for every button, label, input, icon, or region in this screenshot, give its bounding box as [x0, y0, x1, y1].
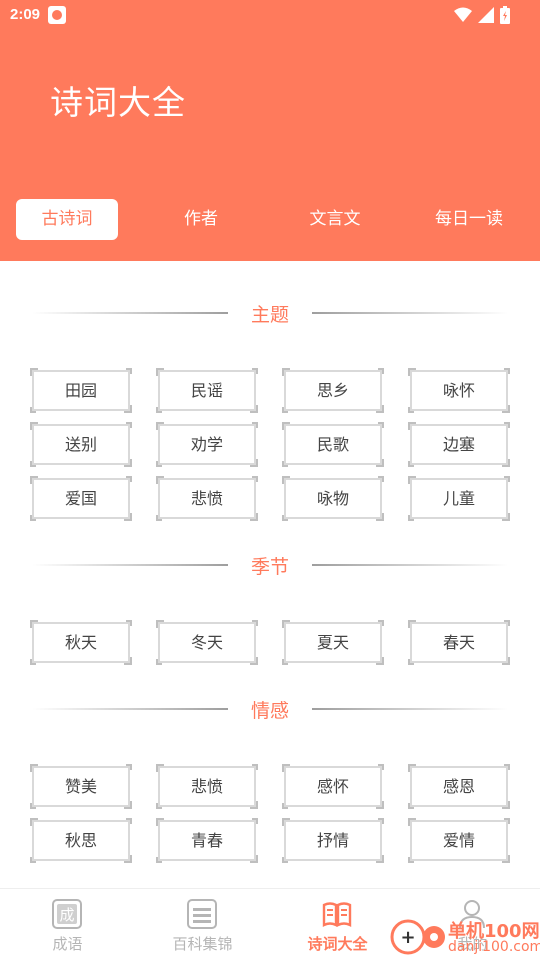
tag-button[interactable]: 春天 — [408, 620, 510, 665]
tab-authors[interactable]: 作者 — [150, 199, 252, 240]
tag-button[interactable]: 秋天 — [30, 620, 132, 665]
tag-button[interactable]: 抒情 — [282, 818, 384, 863]
nav-item-idioms[interactable]: 成 成语 — [0, 889, 135, 960]
tag-button[interactable]: 秋思 — [30, 818, 132, 863]
tag-button[interactable]: 送别 — [30, 422, 132, 467]
tag-button[interactable]: 田园 — [30, 368, 132, 413]
section-title-season: 季节 — [0, 550, 540, 580]
tag-button[interactable]: 赞美 — [30, 764, 132, 809]
tag-button[interactable]: 思乡 — [282, 368, 384, 413]
nav-label: 诗词大全 — [307, 935, 368, 953]
tag-label: 秋天 — [64, 633, 97, 652]
tag-label: 夏天 — [316, 633, 349, 652]
section-title-theme: 主题 — [0, 298, 540, 328]
tag-button[interactable]: 青春 — [156, 818, 258, 863]
tag-label: 民歌 — [316, 435, 349, 454]
wifi-icon — [454, 7, 472, 22]
watermark-logo: + 单机100网 danji100.com — [390, 913, 540, 960]
tag-label: 民谣 — [190, 381, 223, 400]
tag-label: 思乡 — [316, 381, 349, 400]
status-bar: 2:09 — [0, 0, 540, 30]
tag-label: 抒情 — [316, 831, 349, 850]
divider-line — [312, 564, 508, 566]
tag-button[interactable]: 感恩 — [408, 764, 510, 809]
section-label: 季节 — [250, 556, 289, 578]
tab-bar: 古诗词 作者 文言文 每日一读 — [0, 199, 540, 240]
section-label: 情感 — [250, 700, 289, 722]
tag-label: 青春 — [190, 831, 223, 850]
tab-ancient-poetry[interactable]: 古诗词 — [16, 199, 118, 240]
watermark-url: danji100.com — [448, 939, 540, 955]
tag-button[interactable]: 咏怀 — [408, 368, 510, 413]
nav-label: 百科集锦 — [172, 935, 233, 953]
tag-label: 感恩 — [442, 777, 475, 796]
app-notification-icon — [48, 6, 66, 24]
tag-button[interactable]: 民谣 — [156, 368, 258, 413]
tag-label: 感怀 — [316, 777, 349, 796]
tag-button[interactable]: 冬天 — [156, 620, 258, 665]
tag-button[interactable]: 悲愤 — [156, 764, 258, 809]
tag-label: 悲愤 — [190, 489, 223, 508]
tag-label: 春天 — [442, 633, 475, 652]
tag-label: 秋思 — [64, 831, 97, 850]
section-title-emotion: 情感 — [0, 694, 540, 724]
content-area: 主题 田园 民谣 思乡 咏怀 送别 劝学 民歌 边塞 爱国 悲愤 咏物 儿童 季… — [0, 261, 540, 888]
nav-label: 成语 — [52, 935, 83, 953]
tag-label: 爱情 — [442, 831, 475, 850]
watermark-icon: + — [390, 919, 445, 955]
status-indicators — [454, 6, 510, 24]
tag-button[interactable]: 劝学 — [156, 422, 258, 467]
tag-label: 冬天 — [190, 633, 223, 652]
tag-label: 爱国 — [64, 489, 97, 508]
tag-label: 送别 — [64, 435, 97, 454]
svg-text:成: 成 — [59, 906, 74, 924]
tag-button[interactable]: 夏天 — [282, 620, 384, 665]
divider-line — [312, 312, 508, 314]
tag-button[interactable]: 儿童 — [408, 476, 510, 521]
svg-text:+: + — [400, 927, 415, 948]
tag-button[interactable]: 感怀 — [282, 764, 384, 809]
tag-button[interactable]: 边塞 — [408, 422, 510, 467]
tag-label: 咏怀 — [442, 381, 475, 400]
section-label: 主题 — [250, 304, 289, 326]
header: 2:09 诗词大全 古诗词 作者 文言文 每日一读 — [0, 0, 540, 261]
tag-button[interactable]: 咏物 — [282, 476, 384, 521]
encyclopedia-icon — [187, 899, 217, 929]
book-open-icon — [322, 902, 352, 927]
tag-label: 劝学 — [190, 435, 223, 454]
tag-button[interactable]: 民歌 — [282, 422, 384, 467]
tab-classical-chinese[interactable]: 文言文 — [284, 199, 386, 240]
divider-line — [32, 708, 228, 710]
nav-item-encyclopedia[interactable]: 百科集锦 — [135, 889, 270, 960]
divider-line — [312, 708, 508, 710]
tab-daily-read[interactable]: 每日一读 — [418, 199, 520, 240]
tag-label: 儿童 — [442, 489, 475, 508]
tag-label: 咏物 — [316, 489, 349, 508]
tag-button[interactable]: 悲愤 — [156, 476, 258, 521]
nav-item-poetry[interactable]: 诗词大全 — [270, 889, 405, 960]
idiom-icon: 成 — [52, 899, 82, 929]
tag-label: 边塞 — [442, 435, 475, 454]
status-time: 2:09 — [10, 6, 41, 23]
tag-button[interactable]: 爱国 — [30, 476, 132, 521]
tag-label: 赞美 — [64, 777, 97, 796]
tag-label: 悲愤 — [190, 777, 223, 796]
divider-line — [32, 312, 228, 314]
tag-button[interactable]: 爱情 — [408, 818, 510, 863]
page-title: 诗词大全 — [50, 83, 186, 122]
battery-icon — [500, 6, 510, 24]
signal-icon — [478, 7, 494, 23]
divider-line — [32, 564, 228, 566]
tag-label: 田园 — [64, 381, 97, 400]
